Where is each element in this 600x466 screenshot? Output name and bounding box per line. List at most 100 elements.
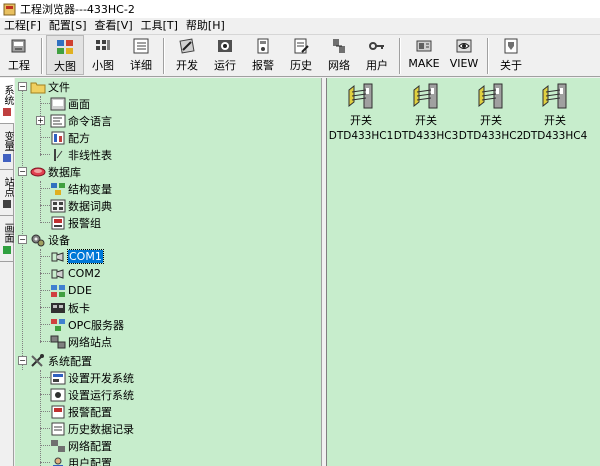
history-button[interactable]: 历史 <box>282 35 320 75</box>
tree-node-label: DDE <box>68 284 92 297</box>
menu-config[interactable]: 配置[S] <box>45 18 91 34</box>
device-type: 开关 <box>544 114 566 127</box>
tree-connector <box>40 445 50 446</box>
tree-node-label: 命令语言 <box>68 114 112 128</box>
view-button-label: VIEW <box>449 57 479 70</box>
system-icon <box>3 107 11 116</box>
menu-project[interactable]: 工程[F] <box>0 18 45 34</box>
view-button[interactable]: VIEW <box>444 35 484 75</box>
tree-node-device[interactable]: 设备 <box>30 231 70 248</box>
tree-node-alarm-group[interactable]: 报警组 <box>50 214 101 231</box>
user-button-label: 用户 <box>366 59 388 72</box>
device-name: DTD433HC2 <box>458 130 524 142</box>
tree-expander-file[interactable]: − <box>18 82 27 91</box>
side-tab-stations[interactable]: 站点 <box>0 170 14 216</box>
toolbar-separator <box>487 38 489 74</box>
network-button[interactable]: 网络 <box>320 35 358 75</box>
tree-node-struct-vars[interactable]: 结构变量 <box>50 180 112 197</box>
tree-node-run-settings[interactable]: 设置运行系统 <box>50 386 134 403</box>
about-icon <box>504 38 518 54</box>
device-type: 开关 <box>415 114 437 127</box>
tree-connector <box>40 249 41 343</box>
tree-node-board[interactable]: 板卡 <box>50 299 90 316</box>
tree-node-file[interactable]: 文件 <box>30 78 70 95</box>
dictionary-icon <box>50 199 66 212</box>
menu-tools[interactable]: 工具[T] <box>137 18 182 34</box>
alarm-button-label: 报警 <box>252 59 274 72</box>
tree-connector <box>40 324 50 325</box>
make-button[interactable]: MAKE <box>404 35 444 75</box>
large-icons-button[interactable]: 大图 <box>46 35 84 75</box>
serial-port-icon <box>51 268 64 279</box>
tree-expander-system[interactable]: − <box>18 356 27 365</box>
tree-node-label: 数据词典 <box>68 199 112 213</box>
tree-node-label: COM1 <box>67 249 104 264</box>
tree-connector <box>22 90 23 370</box>
dde-icon <box>51 284 65 297</box>
tree-node-nonlinear-table[interactable]: 非线性表 <box>50 146 112 163</box>
tree-node-label: 设备 <box>48 233 70 247</box>
device-item[interactable]: 开关 DTD433HC1 <box>329 82 393 142</box>
device-item[interactable]: 开关 DTD433HC4 <box>523 82 587 142</box>
tree-connector <box>40 377 50 378</box>
tree-node-database[interactable]: 数据库 <box>30 163 81 180</box>
small-icons-button[interactable]: 小图 <box>84 35 122 75</box>
tree-node-network-config[interactable]: 网络配置 <box>50 437 112 454</box>
tree-node-screens[interactable]: 画面 <box>50 95 90 112</box>
menu-help[interactable]: 帮助[H] <box>182 18 229 34</box>
variables-icon <box>3 153 11 162</box>
tree-node-network-station[interactable]: 网络站点 <box>50 333 112 350</box>
tree-node-dde[interactable]: DDE <box>50 282 92 299</box>
tree-node-command-language[interactable]: 命令语言 <box>50 112 112 129</box>
network-config-icon <box>51 439 65 452</box>
tree-node-com2[interactable]: COM2 <box>50 265 101 282</box>
menu-view[interactable]: 查看[V] <box>91 18 137 34</box>
tree-node-com1[interactable]: COM1 <box>50 248 104 265</box>
develop-button[interactable]: 开发 <box>168 35 206 75</box>
tree-node-system-config[interactable]: 系统配置 <box>30 352 92 369</box>
tree-node-dev-settings[interactable]: 设置开发系统 <box>50 369 134 386</box>
tree-node-alarm-config[interactable]: 报警配置 <box>50 403 112 420</box>
about-button[interactable]: 关于 <box>492 35 530 75</box>
tree-expander-database[interactable]: − <box>18 167 27 176</box>
user-button[interactable]: 用户 <box>358 35 396 75</box>
user-key-icon <box>369 42 384 50</box>
tree-connector <box>40 462 50 463</box>
board-icon <box>51 302 65 313</box>
recipe-icon <box>51 131 65 144</box>
run-button[interactable]: 运行 <box>206 35 244 75</box>
tree-node-label: 画面 <box>68 97 90 111</box>
make-button-label: MAKE <box>408 57 440 70</box>
device-item[interactable]: 开关 DTD433HC3 <box>394 82 458 142</box>
tree-node-label: 板卡 <box>68 301 90 315</box>
device-type: 开关 <box>480 114 502 127</box>
side-tab-screens[interactable]: 画面 <box>0 216 14 262</box>
tree-node-user-config[interactable]: 用户配置 <box>50 454 112 466</box>
menu-bar: 工程[F] 配置[S] 查看[V] 工具[T] 帮助[H] <box>0 18 600 35</box>
table-icon <box>54 148 63 161</box>
title-bar: 工程浏览器---433HC-2 <box>0 0 600 18</box>
app-icon <box>3 3 16 15</box>
struct-icon <box>51 182 65 195</box>
device-name: DTD433HC1 <box>328 130 394 142</box>
tree-node-opc-server[interactable]: OPC服务器 <box>50 316 124 333</box>
tree-expander-command[interactable]: + <box>36 116 45 125</box>
tree-node-label: 设置运行系统 <box>68 388 134 402</box>
tree-node-label: COM2 <box>68 267 101 280</box>
details-button[interactable]: 详细 <box>122 35 160 75</box>
tree-expander-device[interactable]: − <box>18 235 27 244</box>
side-tab-variables[interactable]: 变量 <box>0 124 14 170</box>
tree-connector <box>40 273 50 274</box>
project-button[interactable]: 工程 <box>0 35 38 75</box>
tree-node-label: 设置开发系统 <box>68 371 134 385</box>
tree-connector <box>40 290 50 291</box>
network-station-icon <box>50 335 66 348</box>
about-button-label: 关于 <box>500 59 522 72</box>
device-item[interactable]: 开关 DTD433HC2 <box>459 82 523 142</box>
tree-node-history-log[interactable]: 历史数据记录 <box>50 420 134 437</box>
side-tab-system[interactable]: 系统 <box>0 78 14 124</box>
tree-node-recipe[interactable]: 配方 <box>50 129 90 146</box>
tree-connector <box>40 137 50 138</box>
alarm-button[interactable]: 报警 <box>244 35 282 75</box>
tree-node-data-dictionary[interactable]: 数据词典 <box>50 197 112 214</box>
